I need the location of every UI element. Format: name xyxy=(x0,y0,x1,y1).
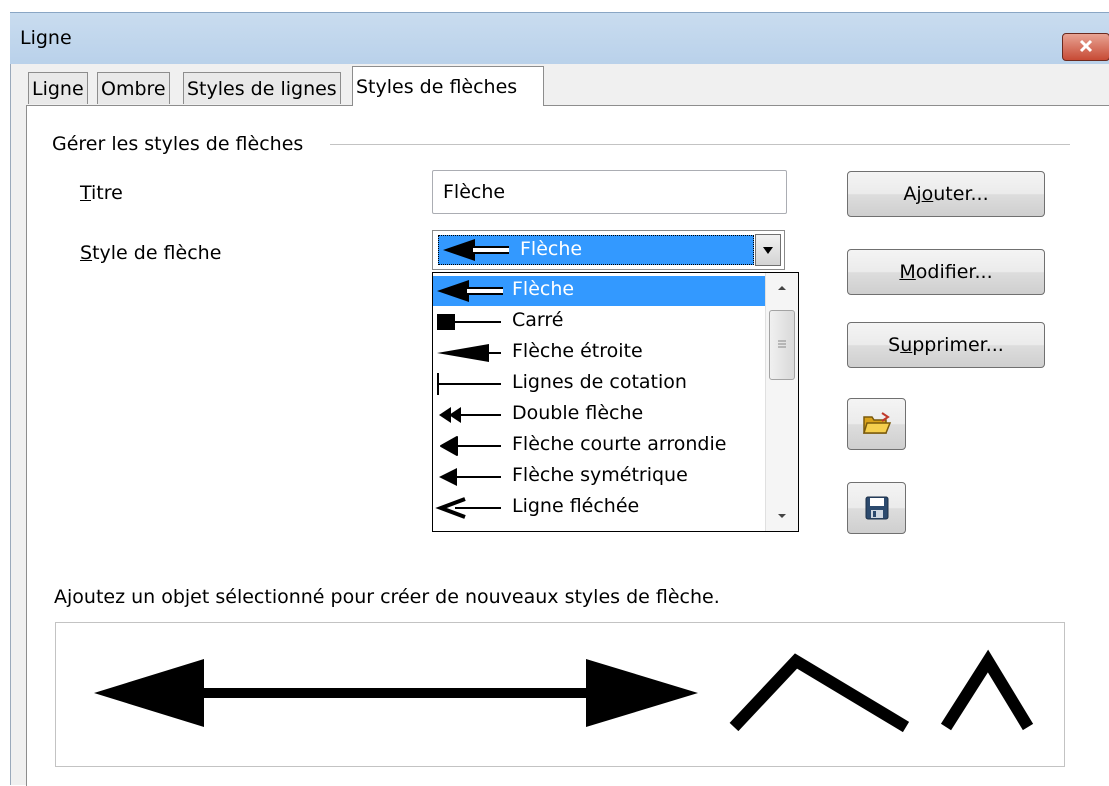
titre-label-text: itre xyxy=(91,182,123,204)
modifier-mnemonic: M xyxy=(899,261,916,283)
list-item-label: Flèche symétrique xyxy=(512,464,688,486)
grip-icon xyxy=(778,340,786,348)
arrow-line-icon xyxy=(435,497,501,519)
arrow-square-icon xyxy=(437,314,501,330)
list-item[interactable]: Flèche courte arrondie xyxy=(433,431,765,461)
load-arrow-styles-button[interactable] xyxy=(847,398,906,450)
titre-input[interactable]: Flèche xyxy=(432,170,787,214)
supprimer-mnemonic: u xyxy=(900,334,913,356)
arrow-dimension-icon xyxy=(437,373,501,395)
list-item-label: Ligne fléchée xyxy=(512,495,640,517)
arrow-style-list[interactable]: Flèche Carré Flèche étroite Lignes de co… xyxy=(432,272,799,532)
arrow-double-icon xyxy=(439,407,501,423)
combo-selected-value: Flèche xyxy=(438,235,754,265)
arrow-preview xyxy=(55,622,1065,767)
arrow-fleche-icon xyxy=(437,280,503,302)
tab-styles-lignes[interactable]: Styles de lignes xyxy=(183,72,341,104)
chevron-down-icon xyxy=(763,247,773,254)
window-title: Ligne xyxy=(20,27,72,49)
ajouter-button[interactable]: Ajouter... xyxy=(847,171,1045,217)
supprimer-label-pre: S xyxy=(888,334,901,356)
list-item[interactable]: Flèche étroite xyxy=(433,338,765,368)
arrow-style-combobox[interactable]: Flèche xyxy=(432,230,785,270)
scroll-up-icon[interactable] xyxy=(775,283,789,293)
list-item-label: Flèche courte arrondie xyxy=(512,433,727,455)
arrow-preview-drawing xyxy=(94,649,1034,733)
arrow-symmetric-icon xyxy=(439,468,501,486)
list-item-label: Flèche étroite xyxy=(512,340,643,362)
arrow-fleche-icon xyxy=(443,239,509,261)
ajouter-mnemonic: o xyxy=(921,183,934,205)
modifier-label-post: odifier... xyxy=(915,261,993,283)
style-mnemonic: S xyxy=(80,242,93,264)
list-item[interactable]: Lignes de cotation xyxy=(433,369,765,399)
list-item[interactable]: Flèche xyxy=(433,276,765,306)
combo-dropdown-button[interactable] xyxy=(755,234,781,266)
arrow-short-rounded-icon xyxy=(440,436,501,456)
supprimer-label-post: pprimer... xyxy=(912,334,1004,356)
list-item[interactable]: Double flèche xyxy=(433,400,765,430)
ajouter-label-pre: Aj xyxy=(903,183,922,205)
scroll-thumb[interactable] xyxy=(769,310,795,380)
group-title: Gérer les styles de flèches xyxy=(52,133,314,155)
list-item[interactable]: Ligne fléchée xyxy=(433,493,765,523)
close-icon xyxy=(1079,39,1093,53)
combo-value-text: Flèche xyxy=(520,238,583,260)
scroll-down-icon[interactable] xyxy=(775,511,789,521)
list-item-label: Flèche xyxy=(512,278,575,300)
supprimer-button[interactable]: Supprimer... xyxy=(847,322,1045,368)
titre-mnemonic: T xyxy=(80,182,92,204)
open-folder-icon xyxy=(862,412,891,434)
list-item-label: Double flèche xyxy=(512,402,644,424)
group-divider xyxy=(330,144,1070,145)
save-arrow-styles-button[interactable] xyxy=(847,482,906,534)
list-item-label: Lignes de cotation xyxy=(512,371,687,393)
list-scrollbar[interactable] xyxy=(765,273,798,531)
title-bar: Ligne xyxy=(10,12,1109,65)
arrow-narrow-icon xyxy=(437,344,501,362)
tab-styles-fleches[interactable]: Styles de flèches xyxy=(352,66,544,106)
hint-text: Ajoutez un objet sélectionné pour créer … xyxy=(54,586,720,608)
save-floppy-icon xyxy=(865,496,888,520)
list-item[interactable]: Flèche symétrique xyxy=(433,462,765,492)
style-label-text: tyle de flèche xyxy=(92,242,222,264)
list-item[interactable]: Carré xyxy=(433,307,765,337)
list-item-label: Carré xyxy=(512,309,564,331)
tab-ombre[interactable]: Ombre xyxy=(97,72,170,104)
style-label: Style de flèche xyxy=(80,242,221,264)
titre-label: Titre xyxy=(80,182,123,204)
tab-ligne[interactable]: Ligne xyxy=(28,72,88,104)
modifier-button[interactable]: Modifier... xyxy=(847,249,1045,295)
close-button[interactable] xyxy=(1062,33,1109,61)
window-border xyxy=(10,64,11,785)
ajouter-label-post: uter... xyxy=(933,183,989,205)
